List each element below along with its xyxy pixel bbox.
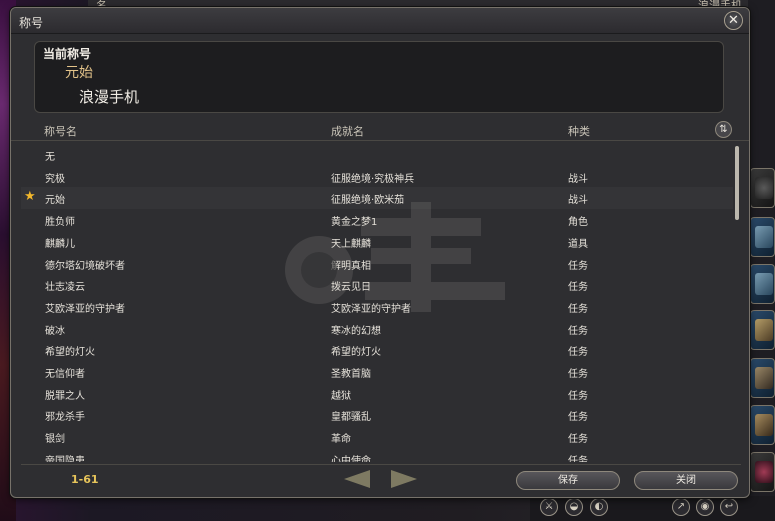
achievement-cell: 征服绝境·欧米茄 [331,195,405,207]
achievement-cell: 心中使命 [331,455,371,462]
table-row[interactable]: 究极 征服绝境·究极神兵 战斗 [21,166,733,188]
title-cell: 究极 [45,173,65,185]
category-cell: 战斗 [568,173,588,185]
table-row[interactable]: 艾欧泽亚的守护者 艾欧泽亚的守护者 任务 [21,296,733,318]
column-title-name[interactable]: 称号名 [44,123,77,139]
title-cell: 帝国隐患 [45,455,85,462]
table-row[interactable]: 希望的灯火 希望的灯火 任务 [21,339,733,361]
triangle-left-icon[interactable] [344,470,370,488]
category-cell: 任务 [568,434,588,446]
side-slot-4[interactable] [750,310,775,350]
close-button[interactable]: 关闭 [634,471,738,490]
category-cell: 道具 [568,238,588,250]
side-slot-5[interactable] [750,358,775,398]
star-icon: ★ [24,189,36,205]
category-cell: 任务 [568,282,588,294]
title-cell: 壮志凌云 [45,282,85,294]
table-row[interactable]: 脱罪之人 越狱 任务 [21,383,733,405]
close-x-icon[interactable]: ✕ [724,11,743,30]
achievement-cell: 拨云见日 [331,282,371,294]
table-row[interactable]: 邪龙杀手 皇都骚乱 任务 [21,404,733,426]
achievement-cell: 征服绝境·究极神兵 [331,173,415,185]
table-row[interactable]: 胜负师 黄金之梦1 角色 [21,209,733,231]
current-title-panel: 当前称号 元始 浪漫手机 [34,41,724,113]
sword-icon[interactable]: ⚔ [540,498,558,516]
title-cell: 麒麟儿 [45,238,75,250]
table-row[interactable]: 帝国隐患 心中使命 任务 [21,448,733,462]
footer-divider [21,464,741,465]
table-row[interactable]: 壮志凌云 拨云见日 任务 [21,274,733,296]
achievement-cell: 天上麒麟 [331,238,371,250]
achievement-cell: 圣教首脑 [331,369,371,380]
achievement-cell: 革命 [331,434,351,446]
category-cell: 角色 [568,217,588,229]
title-cell: 希望的灯火 [45,347,95,359]
list-header: 称号名 成就名 种类 ⇅ [11,119,749,141]
title-cell: 艾欧泽亚的守护者 [45,303,125,315]
title-window: 称号 ✕ 当前称号 元始 浪漫手机 称号名 成就名 种类 ⇅ 无究极 征服绝境·究… [10,7,750,498]
side-slot-7[interactable] [750,452,775,492]
table-row[interactable]: 破冰 寒冰的幻想 任务 [21,318,733,340]
category-cell: 任务 [568,369,588,380]
title-cell: 德尔塔幻境破坏者 [45,260,125,272]
arrow-icon[interactable]: ↗ [672,498,690,516]
title-list: 无究极 征服绝境·究极神兵 战斗 ★ 元始 征服绝境·欧米茄 战斗 胜负师 黄金之梦1 角色 麒麟儿… [21,144,741,462]
table-row[interactable]: 无信仰者 圣教首脑 任务 [21,361,733,383]
title-cell: 胜负师 [45,217,75,229]
game-screen: 名 浪漫手机 ⚔ ◒ ◐ ↗ ◉ ↩ 称号 ✕ 当前称号 元始 浪漫手机 称号名… [0,0,775,521]
achievement-cell: 黄金之梦1 [331,217,378,229]
title-cell: 元始 [45,195,65,207]
achievement-cell: 越狱 [331,390,351,402]
mask-icon[interactable]: ◐ [590,498,608,516]
table-row[interactable]: 德尔塔幻境破坏者 解明真相 任务 [21,253,733,275]
title-cell: 破冰 [45,325,65,337]
title-cell: 无 [45,152,55,163]
column-category[interactable]: 种类 [568,123,590,139]
category-cell: 任务 [568,412,588,424]
arrow-back-icon[interactable]: ↩ [720,498,738,516]
window-title: 称号 [19,16,44,30]
triangle-right-icon[interactable] [391,470,417,488]
achievement-cell: 解明真相 [331,260,371,272]
achievement-cell: 寒冰的幻想 [331,325,381,337]
title-cell: 脱罪之人 [45,390,85,402]
achievement-cell: 艾欧泽亚的守护者 [331,303,411,315]
player-name: 浪漫手机 [79,88,140,106]
window-titlebar: 称号 ✕ [11,8,749,34]
side-slot-3[interactable] [750,264,775,304]
table-row[interactable]: 银剑 革命 任务 [21,426,733,448]
side-slot-1[interactable] [750,168,775,208]
eye-icon[interactable]: ◉ [696,498,714,516]
category-cell: 任务 [568,347,588,359]
title-cell: 无信仰者 [45,369,85,380]
achievement-cell: 希望的灯火 [331,347,381,359]
side-slot-6[interactable] [750,405,775,445]
category-cell: 任务 [568,455,588,462]
category-cell: 任务 [568,303,588,315]
category-cell: 任务 [568,390,588,402]
current-title-label: 当前称号 [43,47,92,61]
list-scrollbar[interactable] [735,146,739,220]
table-row[interactable]: 无 [21,144,733,166]
achievement-cell: 皇都骚乱 [331,412,371,424]
page-range: 1-61 [71,473,99,486]
title-cell: 邪龙杀手 [45,412,85,424]
category-cell: 战斗 [568,195,588,207]
title-cell: 银剑 [45,434,65,446]
save-button[interactable]: 保存 [516,471,620,490]
column-achievement-name[interactable]: 成就名 [331,123,364,139]
helmet-icon[interactable]: ◒ [565,498,583,516]
current-title-name: 元始 [65,65,93,81]
category-cell: 任务 [568,325,588,337]
side-slot-2[interactable] [750,217,775,257]
table-row[interactable]: ★ 元始 征服绝境·欧米茄 战斗 [21,187,733,209]
sort-arrows-icon[interactable]: ⇅ [715,121,732,138]
table-row[interactable]: 麒麟儿 天上麒麟 道具 [21,231,733,253]
category-cell: 任务 [568,260,588,272]
